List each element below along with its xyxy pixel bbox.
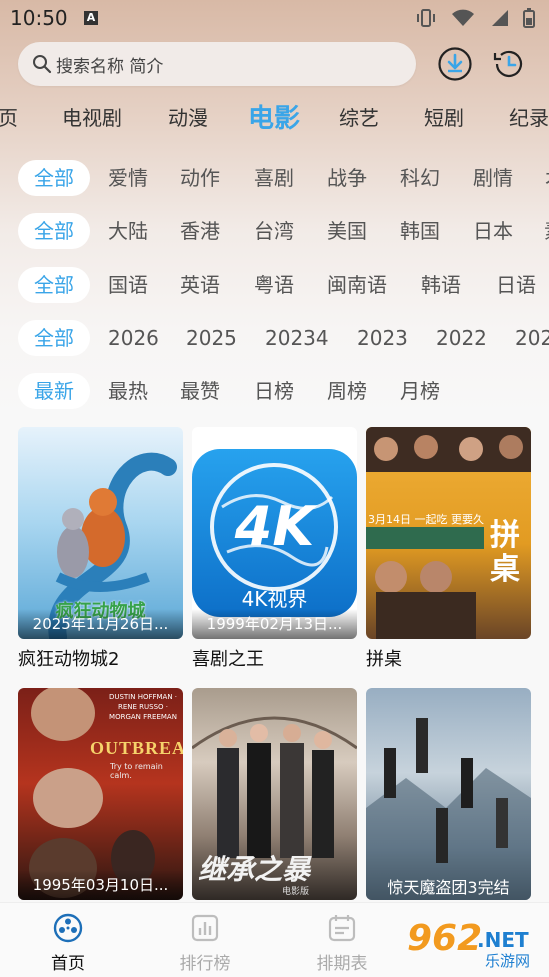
- filter-chip[interactable]: 科幻: [400, 160, 440, 196]
- poster-cast: DUSTIN HOFFMAN · RENE RUSSO · MORGAN FRE…: [108, 693, 178, 721]
- search-placeholder: 搜索名称 简介: [56, 56, 164, 77]
- poster-subtitle: 电影版: [282, 887, 310, 897]
- watermark-logo: 962 .NET 乐游网: [403, 918, 543, 970]
- poster-title: 4K视界: [241, 587, 308, 611]
- poster-title: OUTBREAK: [90, 738, 183, 758]
- movie-poster[interactable]: 继承之暴 电影版: [192, 688, 357, 900]
- status-time: 10:50: [10, 6, 68, 30]
- filter-chip[interactable]: 全部: [18, 213, 90, 249]
- vibrate-icon: [417, 9, 435, 27]
- filter-chip[interactable]: 全部: [18, 160, 90, 196]
- nav-label: 首页: [51, 954, 85, 974]
- filter-chip[interactable]: 全部: [18, 320, 90, 356]
- status-icons: [415, 8, 535, 28]
- filter-chip[interactable]: 2025: [186, 320, 237, 356]
- filter-chip[interactable]: 韩国: [400, 213, 440, 249]
- watermark-net: .NET: [477, 928, 529, 952]
- filter-chip[interactable]: 粤语: [254, 267, 294, 303]
- sort-filter-row: 最新 最热 最赞 日榜 周榜 月榜: [0, 373, 549, 413]
- category-tabs: 页 电视剧 动漫 电影 综艺 短剧 纪录: [0, 96, 549, 140]
- filter-chip[interactable]: 202: [515, 320, 549, 356]
- nav-home[interactable]: 首页: [23, 913, 113, 974]
- poster-title: 惊天魔盗团3完结: [387, 878, 510, 897]
- calendar-icon: [328, 915, 356, 942]
- filter-chip[interactable]: 台湾: [254, 213, 294, 249]
- filter-chip[interactable]: 素: [544, 213, 549, 249]
- poster-subtitle: 3月14日 一起吃 更要久: [368, 513, 484, 526]
- poster-title: 拼桌: [490, 518, 520, 587]
- notification-badge-icon: A: [84, 11, 98, 25]
- filter-chip[interactable]: 香港: [180, 213, 220, 249]
- movie-poster[interactable]: 4K 4K视界 1999年02月13日...: [192, 427, 357, 639]
- filter-chip[interactable]: 美国: [327, 213, 367, 249]
- movie-poster[interactable]: DUSTIN HOFFMAN · RENE RUSSO · MORGAN FRE…: [18, 688, 183, 900]
- watermark-text: 乐游网: [485, 952, 531, 970]
- poster-art: [366, 718, 531, 900]
- wifi-icon: [452, 9, 474, 26]
- movie-poster[interactable]: 惊天魔盗团3完结: [366, 688, 531, 900]
- download-icon[interactable]: [437, 46, 473, 82]
- nav-label: 排期表: [316, 954, 368, 974]
- filter-chip[interactable]: 大陆: [108, 213, 148, 249]
- filter-chip[interactable]: 20234: [265, 320, 329, 356]
- signal-icon: [492, 10, 508, 26]
- filter-chip[interactable]: 2023: [357, 320, 408, 356]
- filter-chip[interactable]: 周榜: [327, 373, 367, 409]
- chart-icon: [191, 914, 219, 942]
- poster-title: 继承之暴: [198, 853, 311, 886]
- tab-variety[interactable]: 综艺: [339, 102, 379, 131]
- filter-chip[interactable]: 最热: [108, 373, 148, 409]
- filter-chip[interactable]: 爱情: [108, 160, 148, 196]
- filter-chip[interactable]: 剧情: [473, 160, 513, 196]
- filter-chip[interactable]: 喜剧: [254, 160, 294, 196]
- release-date: 2025年11月26日...: [18, 609, 183, 639]
- tab-anime[interactable]: 动漫: [168, 102, 208, 131]
- region-filter-row: 全部 大陆 香港 台湾 美国 韩国 日本 素: [0, 213, 549, 253]
- release-date: 1995年03月10日...: [18, 870, 183, 900]
- filter-chip[interactable]: 日榜: [254, 373, 294, 409]
- filter-chip[interactable]: 闽南语: [327, 267, 387, 303]
- movie-poster[interactable]: 疯狂动物城 2025年11月26日...: [18, 427, 183, 639]
- movie-title[interactable]: 疯狂动物城2: [18, 645, 119, 671]
- filter-chip[interactable]: 日本: [473, 213, 513, 249]
- genre-filter-row: 全部 爱情 动作 喜剧 战争 科幻 剧情 オ: [0, 160, 549, 200]
- nav-ranking[interactable]: 排行榜: [160, 913, 250, 974]
- tab-movies[interactable]: 电影: [248, 98, 300, 135]
- tab-short-drama[interactable]: 短剧: [424, 102, 464, 131]
- filter-chip[interactable]: 最新: [18, 373, 90, 409]
- release-date: 1999年02月13日...: [192, 609, 357, 639]
- filter-chip[interactable]: 国语: [108, 267, 148, 303]
- nav-label: 排行榜: [179, 954, 231, 974]
- tab-tv-series[interactable]: 电视剧: [62, 102, 122, 131]
- movie-poster[interactable]: 3月14日 一起吃 更要久 拼桌: [366, 427, 531, 639]
- status-bar: 10:50 A: [0, 0, 549, 38]
- filter-chip[interactable]: 韩语: [421, 267, 461, 303]
- filter-chip[interactable]: 月榜: [400, 373, 440, 409]
- logo-text: 4K: [234, 495, 315, 558]
- movie-title[interactable]: 喜剧之王: [192, 645, 264, 671]
- poster-tagline: Try to remain calm.: [110, 762, 163, 780]
- history-icon[interactable]: [491, 46, 527, 82]
- filter-chip[interactable]: 全部: [18, 267, 90, 303]
- filter-chip[interactable]: 英语: [180, 267, 220, 303]
- movie-title[interactable]: 拼桌: [366, 645, 402, 671]
- filter-chip[interactable]: 2026: [108, 320, 159, 356]
- filter-chip[interactable]: 战争: [327, 160, 367, 196]
- filter-chip[interactable]: オ: [544, 160, 549, 196]
- filter-chip[interactable]: 2022: [436, 320, 487, 356]
- search-input[interactable]: 搜索名称 简介: [18, 42, 416, 86]
- watermark-number: 962: [407, 918, 483, 959]
- tab-documentary[interactable]: 纪录: [509, 102, 549, 131]
- nav-schedule[interactable]: 排期表: [297, 913, 387, 974]
- tab-home-partial[interactable]: 页: [0, 102, 18, 131]
- filter-chip[interactable]: 动作: [180, 160, 220, 196]
- filter-chip[interactable]: 日语: [496, 267, 536, 303]
- language-filter-row: 全部 国语 英语 粤语 闽南语 韩语 日语: [0, 267, 549, 307]
- year-filter-row: 全部 2026 2025 20234 2023 2022 202: [0, 320, 549, 360]
- filter-chip[interactable]: 最赞: [180, 373, 220, 409]
- battery-icon: [523, 8, 535, 28]
- search-icon: [33, 55, 52, 74]
- home-reel-icon: [53, 913, 83, 943]
